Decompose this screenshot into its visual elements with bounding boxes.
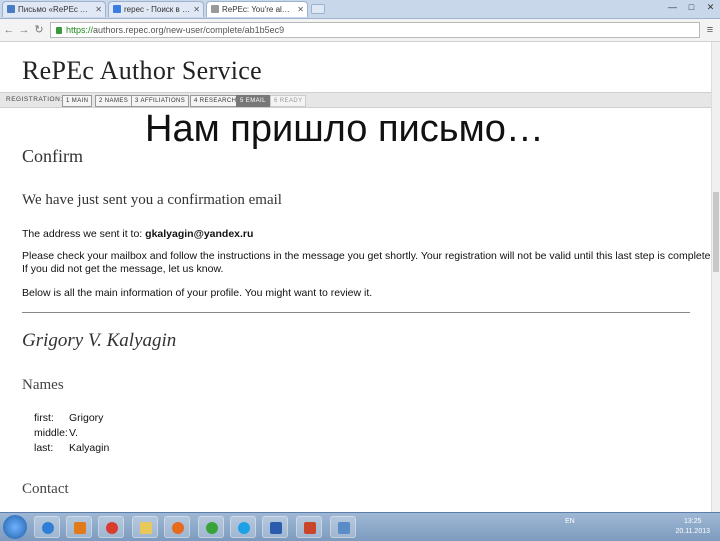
- new-tab-button[interactable]: [311, 4, 325, 14]
- registration-steps: REGISTRATION: 1 MAIN 2 NAMES 3 AFFILIATI…: [0, 92, 712, 108]
- step-names[interactable]: 2 NAMES: [95, 95, 133, 107]
- page-scrollbar[interactable]: [711, 42, 720, 512]
- names-heading: Names: [22, 377, 64, 393]
- name-row-first: first: Grigory: [34, 411, 109, 426]
- tab-email[interactable]: Письмо «RePEc Author Se ✕: [2, 1, 106, 17]
- browser-toolbar: ← → ↻ https://authors.repec.org/new-user…: [0, 19, 720, 42]
- address-line: The address we sent it to: gkalyagin@yan…: [22, 228, 253, 240]
- tab-close-icon[interactable]: ✕: [297, 2, 304, 17]
- start-icon[interactable]: [3, 515, 27, 539]
- name-value: V.: [69, 427, 78, 439]
- forward-button[interactable]: →: [17, 22, 31, 38]
- clock-time: 13:25: [683, 518, 702, 525]
- confirm-heading: Confirm: [22, 146, 83, 166]
- minimize-button[interactable]: —: [664, 0, 681, 14]
- back-button[interactable]: ←: [2, 22, 16, 38]
- step-email: 5 EMAIL: [236, 95, 270, 107]
- profile-name: Grigory V. Kalyagin: [22, 330, 177, 351]
- tab-google-search[interactable]: repec - Поиск в Google✕: [108, 1, 204, 17]
- language-indicator[interactable]: EN: [565, 518, 575, 525]
- powerpoint-icon[interactable]: [296, 516, 322, 538]
- clock[interactable]: 13:25 20.11.2013: [675, 517, 710, 537]
- tab-label: RePEc: You're almost done: [222, 5, 294, 14]
- clock-date: 20.11.2013: [675, 528, 710, 535]
- picture-viewer-icon[interactable]: [330, 516, 356, 538]
- tab-close-icon[interactable]: ✕: [193, 2, 200, 17]
- overlay-caption: Нам пришло письмо…: [145, 108, 544, 150]
- review-note: Below is all the main information of you…: [22, 287, 373, 299]
- step-main[interactable]: 1 MAIN: [62, 95, 93, 107]
- browser-tab-bar: Письмо «RePEc Author Se ✕ repec - Поиск в…: [0, 0, 720, 19]
- instructions-line-2: If you did not get the message, let us k…: [22, 263, 224, 275]
- tab-label: repec - Поиск в Google: [124, 5, 196, 14]
- menu-icon[interactable]: ≡: [704, 22, 716, 38]
- steps-label: REGISTRATION:: [6, 96, 63, 103]
- chrome-icon[interactable]: [98, 516, 124, 538]
- name-value: Kalyagin: [69, 442, 110, 454]
- close-window-button[interactable]: ✕: [702, 0, 719, 14]
- step-research[interactable]: 4 RESEARCH: [190, 95, 241, 107]
- name-key: first:: [34, 412, 54, 424]
- tab-close-icon[interactable]: ✕: [95, 2, 102, 17]
- media-player-icon[interactable]: [66, 516, 92, 538]
- name-key: middle:: [34, 427, 68, 439]
- url-path: authors.repec.org/new-user/complete/ab1b…: [93, 25, 285, 35]
- ie-icon[interactable]: [34, 516, 60, 538]
- divider: [22, 312, 690, 313]
- step-ready: 6 READY: [270, 95, 307, 107]
- repec-favicon-icon: [211, 5, 219, 13]
- mail-favicon-icon: [7, 5, 15, 13]
- names-list: first: Grigory middle:V. last: Kalyagin: [34, 411, 109, 456]
- icq-icon[interactable]: [198, 516, 224, 538]
- skype-icon[interactable]: [230, 516, 256, 538]
- step-affiliations[interactable]: 3 AFFILIATIONS: [131, 95, 190, 107]
- word-icon[interactable]: [262, 516, 288, 538]
- name-value: Grigory: [69, 412, 104, 424]
- url-scheme: https://: [66, 25, 94, 35]
- google-favicon-icon: [113, 5, 121, 13]
- windows-taskbar: EN 13:25 20.11.2013: [0, 512, 720, 541]
- contact-heading: Contact: [22, 481, 69, 497]
- tab-repec[interactable]: RePEc: You're almost done✕: [206, 1, 308, 17]
- instructions-line-1: Please check your mailbox and follow the…: [22, 250, 720, 262]
- name-key: last:: [34, 442, 54, 454]
- lock-icon: [56, 27, 62, 34]
- name-row-middle: middle:V.: [34, 426, 109, 441]
- maximize-button[interactable]: □: [683, 0, 700, 14]
- name-row-last: last: Kalyagin: [34, 441, 109, 456]
- file-explorer-icon[interactable]: [132, 516, 158, 538]
- site-title: RePEc Author Service: [22, 56, 262, 85]
- sent-heading: We have just sent you a confirmation ema…: [22, 192, 282, 208]
- address-prefix: The address we sent it to:: [22, 228, 146, 240]
- tab-label: Письмо «RePEc Author Se: [18, 5, 90, 14]
- email-address: gkalyagin@yandex.ru: [145, 228, 254, 240]
- firefox-icon[interactable]: [164, 516, 190, 538]
- scrollbar-thumb[interactable]: [713, 192, 719, 272]
- address-bar[interactable]: https://authors.repec.org/new-user/compl…: [50, 22, 700, 38]
- reload-button[interactable]: ↻: [32, 22, 46, 38]
